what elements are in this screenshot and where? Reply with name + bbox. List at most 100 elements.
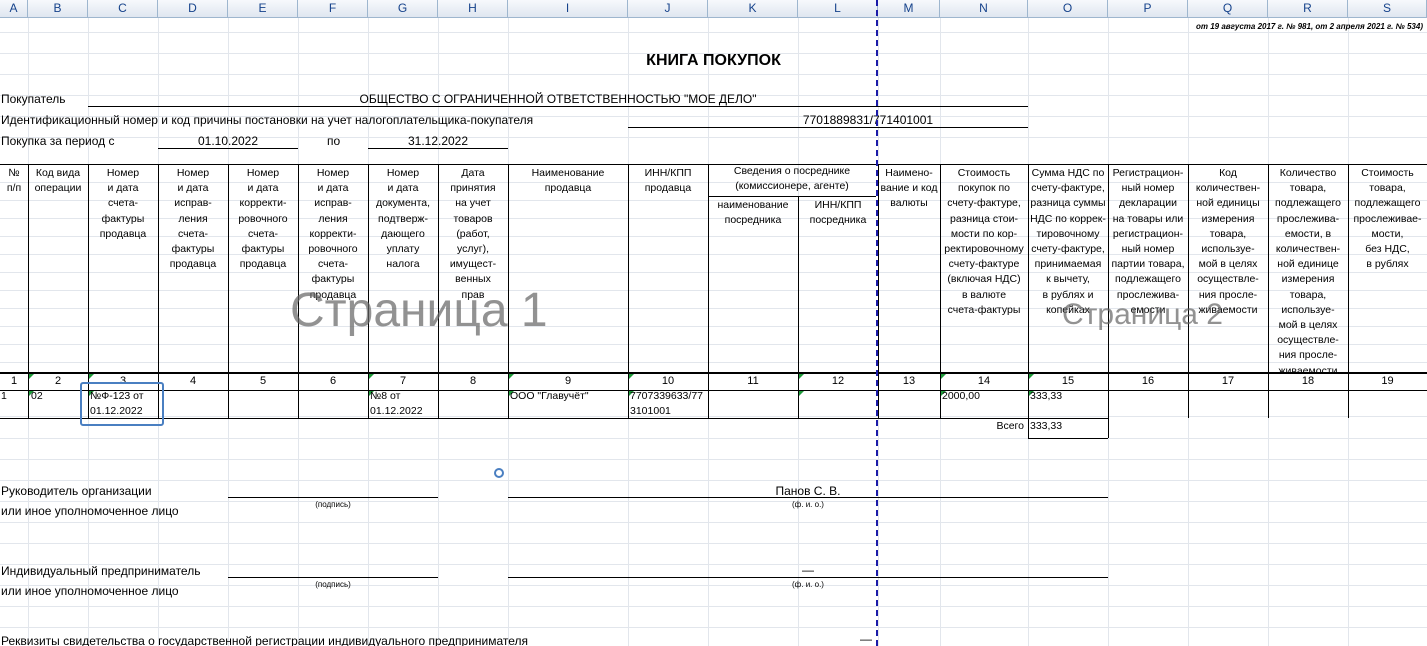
op-code-cell[interactable]: 02 [31, 389, 43, 404]
requisites-label: Реквизиты свидетельства о государственно… [1, 634, 529, 646]
period-to-underline [368, 148, 508, 149]
page-1-watermark: Страница 1 [290, 284, 548, 337]
head-sign-caption: (подпись) [315, 500, 351, 509]
table-header-col-15: Сумма НДС по счету-фактуре, разница сумм… [1030, 167, 1106, 316]
period-to-label: по [327, 134, 341, 148]
table-header-col-18: Количество товара, подлежащего прослежив… [1275, 167, 1341, 377]
gridline-h [0, 74, 1427, 75]
column-header-O[interactable]: O [1028, 0, 1108, 17]
table-header-col-19: Стоимость товара, подлежащего прослежива… [1353, 167, 1422, 271]
ip-fio-caption: (ф. и. о.) [792, 580, 824, 589]
column-header-B[interactable]: B [28, 0, 88, 17]
gridline-h [0, 362, 1427, 363]
period-from-underline [158, 148, 298, 149]
gridline-h [0, 522, 1427, 523]
head-label-line2: или иное уполномоченное лицо [1, 504, 179, 518]
column-header-J[interactable]: J [628, 0, 708, 17]
table-header-col-17: Код количествен- ной единицы измерения т… [1195, 167, 1261, 316]
column-header-S[interactable]: S [1348, 0, 1427, 17]
inn-underline [628, 127, 1028, 128]
buyer-label: Покупатель [1, 92, 66, 106]
period-from[interactable]: 01.10.2022 [158, 134, 298, 148]
column-number-13: 13 [902, 375, 916, 387]
drawing-handle-icon[interactable] [494, 468, 504, 478]
ip-name[interactable]: — [508, 563, 1108, 577]
table-header-col-12: ИНН/КПП посредника [809, 199, 867, 227]
column-header-H[interactable]: H [438, 0, 508, 17]
total-value[interactable]: 333,33 [1030, 419, 1062, 434]
column-header-F[interactable]: F [298, 0, 368, 17]
period-label: Покупка за период с [1, 134, 115, 148]
column-header-G[interactable]: G [368, 0, 438, 17]
column-number-9: 9 [564, 375, 572, 387]
gridline-h [0, 627, 1427, 628]
column-number-8: 8 [469, 375, 477, 387]
table-border-h [0, 390, 1427, 391]
buyer-underline [88, 106, 1028, 107]
payment-doc-cell[interactable]: №8 от 01.12.2022 [370, 389, 423, 419]
selected-cell-outline[interactable] [80, 382, 164, 426]
column-header-E[interactable]: E [228, 0, 298, 17]
head-sign-line [228, 497, 438, 498]
column-number-14: 14 [977, 375, 991, 387]
vat-cell[interactable]: 333,33 [1030, 389, 1062, 404]
cost-cell[interactable]: 2000,00 [942, 389, 980, 404]
gridline-h [0, 438, 1427, 439]
column-header-M[interactable]: M [878, 0, 940, 17]
column-header-bar: ABCDEFGHIJKLMNOPQRS [0, 0, 1427, 18]
column-header-D[interactable]: D [158, 0, 228, 17]
ip-sign-caption: (подпись) [315, 580, 351, 589]
column-header-L[interactable]: L [798, 0, 878, 17]
requisites-value[interactable]: — [860, 632, 872, 646]
inn-value[interactable]: 7701889831/771401001 [628, 113, 1108, 127]
table-border-h [708, 196, 876, 197]
column-number-6: 6 [329, 375, 337, 387]
cell-grid[interactable]: от 19 августа 2017 г. № 981, от 2 апреля… [0, 0, 1427, 646]
page-title: КНИГА ПОКУПОК [0, 52, 1427, 70]
gridline-h [0, 459, 1427, 460]
table-header-col-2: Код вида операции [34, 167, 82, 195]
column-header-N[interactable]: N [940, 0, 1028, 17]
table-header-col-11: наименование посредника [717, 199, 789, 227]
table-header-col-14: Стоимость покупок по счету-фактуре, разн… [944, 167, 1024, 316]
table-header-col-5: Номер и дата корректи- ровочного счета- … [238, 167, 288, 271]
column-number-11: 11 [747, 375, 759, 387]
column-number-4: 4 [189, 375, 197, 387]
column-number-2: 2 [54, 375, 62, 387]
head-label-line1: Руководитель организации [1, 484, 152, 498]
head-name[interactable]: Панов С. В. [508, 484, 1108, 498]
column-header-Q[interactable]: Q [1188, 0, 1268, 17]
column-header-K[interactable]: K [708, 0, 798, 17]
seller-cell[interactable]: ООО "Главучёт" [510, 389, 589, 404]
top-note: от 19 августа 2017 г. № 981, от 2 апреля… [1196, 22, 1423, 31]
table-header-col-16: Регистрацион- ный номер декларации на то… [1111, 167, 1185, 316]
ip-sign-line [228, 577, 438, 578]
table-header-col-1: № п/п [6, 167, 22, 195]
column-number-7: 7 [399, 375, 407, 387]
table-border-h [1028, 438, 1108, 439]
column-header-I[interactable]: I [508, 0, 628, 17]
table-header-col-8: Дата принятия на учет товаров (работ, ус… [449, 167, 497, 301]
column-header-C[interactable]: C [88, 0, 158, 17]
table-header-col-3: Номер и дата счета- фактуры продавца [99, 167, 147, 240]
error-indicator-icon[interactable] [799, 391, 804, 396]
page-title-text: КНИГА ПОКУПОК [646, 52, 781, 69]
gridline-h [0, 606, 1427, 607]
column-number-10: 10 [661, 375, 675, 387]
column-number-18: 18 [1301, 375, 1315, 387]
gridline-h [0, 416, 1427, 417]
period-to[interactable]: 31.12.2022 [368, 134, 508, 148]
head-name-line [508, 497, 1108, 498]
table-header-col-7: Номер и дата документа, подтверж- дающег… [375, 167, 431, 271]
column-number-12: 12 [831, 375, 845, 387]
column-header-R[interactable]: R [1268, 0, 1348, 17]
column-header-A[interactable]: A [0, 0, 28, 17]
column-header-P[interactable]: P [1108, 0, 1188, 17]
table-border-v [1028, 418, 1029, 438]
buyer-value[interactable]: ОБЩЕСТВО С ОГРАНИЧЕННОЙ ОТВЕТСТВЕННОСТЬЮ… [88, 92, 1028, 106]
table-border-v [1108, 418, 1109, 438]
seller-inn-cell[interactable]: 7707339633/77 3101001 [630, 389, 703, 419]
head-fio-caption: (ф. и. о.) [792, 500, 824, 509]
spreadsheet[interactable]: ABCDEFGHIJKLMNOPQRS от 19 августа 2017 г… [0, 0, 1427, 646]
row-number[interactable]: 1 [1, 389, 7, 404]
